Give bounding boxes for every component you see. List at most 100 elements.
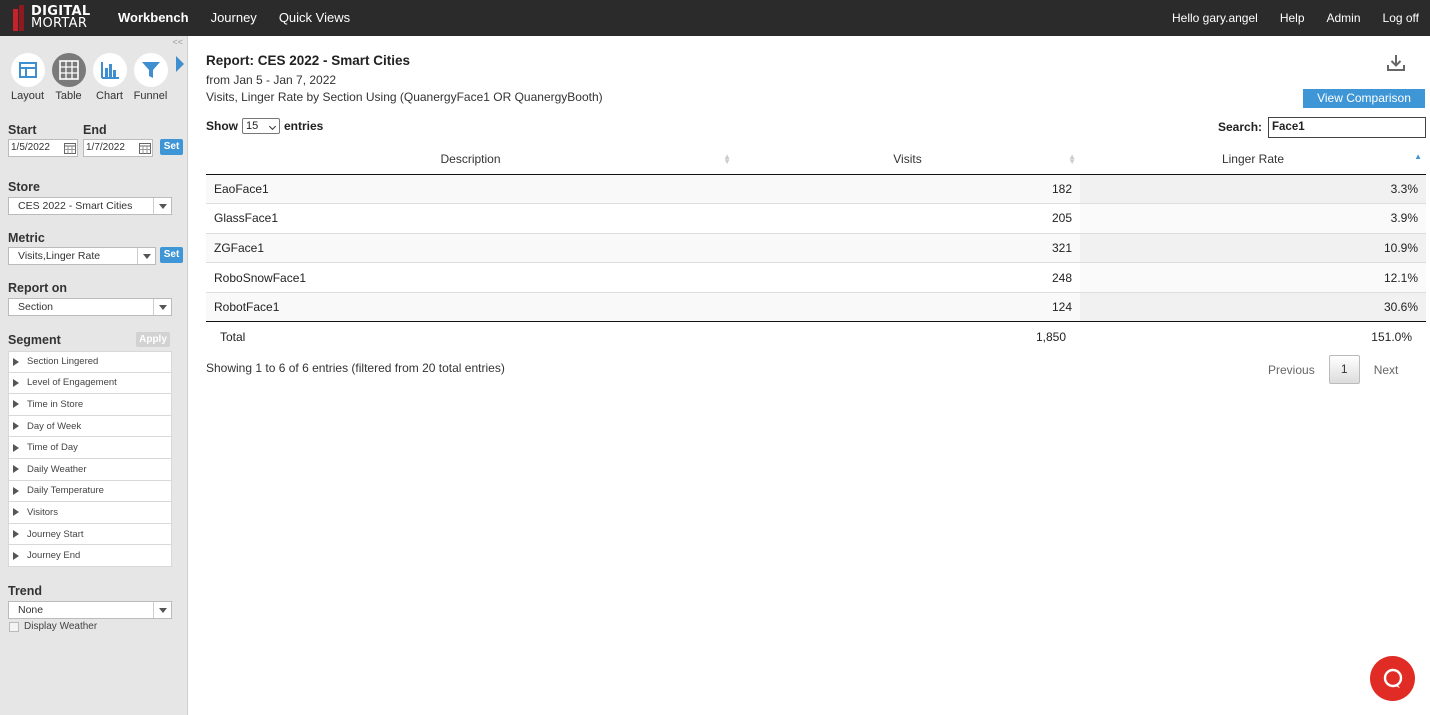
nav-admin[interactable]: Admin (1316, 0, 1372, 36)
nav-quick-views[interactable]: Quick Views (268, 0, 361, 36)
segment-day-of-week[interactable]: Day of Week (8, 415, 172, 438)
triangle-right-icon (13, 530, 19, 539)
next-page-button[interactable]: Next (1374, 363, 1399, 377)
sort-icon: ▲ ▼ (1068, 152, 1076, 166)
primary-nav: Workbench Journey Quick Views (107, 0, 361, 36)
report-description: Visits, Linger Rate by Section Using (Qu… (206, 90, 603, 104)
entries-per-page-select[interactable]: 15 (242, 118, 280, 134)
download-icon[interactable] (1386, 54, 1406, 72)
cell-linger-rate: 10.9% (1080, 232, 1426, 263)
trend-label: Trend (8, 584, 43, 598)
column-header-description[interactable]: Description ▲ ▼ (206, 144, 735, 175)
cell-visits: 248 (735, 262, 1080, 293)
triangle-right-icon (13, 422, 19, 431)
sort-icon: ▲ ▼ (723, 152, 731, 166)
trend-select-value: None (18, 604, 44, 616)
user-nav: Hello gary.angel Help Admin Log off (1161, 0, 1430, 36)
segment-time-of-day[interactable]: Time of Day (8, 437, 172, 459)
total-visits: 1,850 (735, 321, 1080, 352)
segment-time-in-store[interactable]: Time in Store (8, 394, 172, 416)
search-input[interactable]: Face1 (1268, 117, 1426, 138)
cell-description: EaoFace1 (206, 174, 735, 204)
report-on-label: Report on (8, 281, 68, 295)
cell-linger-rate: 3.9% (1080, 203, 1426, 234)
cell-visits: 124 (735, 291, 1080, 322)
end-label: End (83, 123, 107, 137)
logo-line2: MORTAR (31, 16, 88, 31)
search-label: Search: (1218, 120, 1263, 134)
show-entries-control: Show 15 entries (206, 118, 323, 134)
nav-workbench[interactable]: Workbench (107, 0, 200, 36)
chart-icon (100, 62, 119, 79)
trend-select[interactable]: None (8, 601, 172, 619)
nav-help[interactable]: Help (1269, 0, 1316, 36)
segment-label: Segment (8, 333, 61, 347)
set-metric-button[interactable]: Set (160, 247, 183, 263)
triangle-right-icon (13, 357, 19, 366)
layout-icon (18, 62, 37, 78)
triangle-right-icon (13, 400, 19, 409)
cell-linger-rate: 12.1% (1080, 262, 1426, 293)
set-dates-button[interactable]: Set (160, 139, 183, 155)
chevron-down-icon (153, 602, 171, 618)
view-table-button[interactable]: Table (48, 53, 89, 102)
cell-visits: 321 (735, 232, 1080, 263)
chevron-down-icon (137, 248, 155, 264)
page-1-button[interactable]: 1 (1328, 355, 1360, 384)
segment-level-of-engagement[interactable]: Level of Engagement (8, 372, 172, 395)
chat-bubble-icon (1383, 668, 1402, 688)
total-linger-rate: 151.0% (1080, 321, 1426, 352)
pagination: Previous 1 Next (1268, 355, 1398, 384)
view-chart-button[interactable]: Chart (89, 53, 130, 102)
triangle-right-icon (13, 551, 19, 560)
view-funnel-label: Funnel (133, 90, 168, 102)
total-row: Total 1,850 151.0% (206, 321, 1426, 352)
report-on-select[interactable]: Section (8, 298, 172, 316)
nav-log-off[interactable]: Log off (1372, 0, 1430, 36)
collapse-sidebar-button[interactable]: << (172, 37, 183, 47)
table-row: GlassFace1 205 3.9% (206, 203, 1426, 234)
store-select-value: CES 2022 - Smart Cities (18, 200, 133, 212)
metric-label: Metric (8, 231, 45, 245)
cell-visits: 182 (735, 174, 1080, 204)
digital-mortar-logo[interactable]: DIGITAL MORTAR (0, 0, 107, 36)
view-comparison-button[interactable]: View Comparison (1303, 89, 1425, 108)
previous-page-button[interactable]: Previous (1268, 363, 1315, 377)
user-greeting[interactable]: Hello gary.angel (1161, 0, 1269, 36)
segment-journey-end[interactable]: Journey End (8, 545, 172, 567)
segment-section-lingered[interactable]: Section Lingered (8, 351, 172, 373)
start-label: Start (8, 123, 37, 137)
total-label: Total (206, 321, 735, 352)
calendar-icon[interactable] (139, 142, 151, 154)
cell-description: RoboSnowFace1 (206, 262, 735, 293)
cell-description: ZGFace1 (206, 232, 735, 263)
column-header-visits[interactable]: Visits ▲ ▼ (735, 144, 1080, 175)
cell-description: RobotFace1 (206, 291, 735, 322)
triangle-right-icon (13, 465, 19, 474)
segment-list: Section Lingered Level of Engagement Tim… (8, 351, 172, 567)
triangle-right-icon (13, 443, 19, 452)
chat-button[interactable] (1370, 656, 1415, 701)
table-row: RobotFace1 124 30.6% (206, 291, 1426, 322)
report-title: Report: CES 2022 - Smart Cities (206, 53, 411, 68)
chevron-down-icon (153, 198, 171, 214)
calendar-icon[interactable] (64, 142, 76, 154)
cell-linger-rate: 3.3% (1080, 174, 1426, 204)
view-funnel-button[interactable]: Funnel (130, 53, 171, 102)
metric-select[interactable]: Visits,Linger Rate (8, 247, 156, 265)
column-header-linger-rate[interactable]: Linger Rate ▲ (1080, 144, 1426, 175)
display-weather-label: Display Weather (24, 621, 98, 632)
display-weather-checkbox[interactable] (9, 622, 19, 632)
segment-journey-start[interactable]: Journey Start (8, 523, 172, 546)
show-label: Show (206, 119, 238, 133)
segment-visitors[interactable]: Visitors (8, 502, 172, 524)
segment-daily-temperature[interactable]: Daily Temperature (8, 480, 172, 503)
expand-arrow-icon[interactable] (176, 56, 184, 72)
segment-daily-weather[interactable]: Daily Weather (8, 458, 172, 481)
store-select[interactable]: CES 2022 - Smart Cities (8, 197, 172, 215)
report-date-range: from Jan 5 - Jan 7, 2022 (206, 73, 337, 87)
chevron-down-icon (153, 299, 171, 315)
view-layout-button[interactable]: Layout (7, 53, 48, 102)
nav-journey[interactable]: Journey (200, 0, 268, 36)
apply-segment-button[interactable]: Apply (136, 332, 170, 347)
